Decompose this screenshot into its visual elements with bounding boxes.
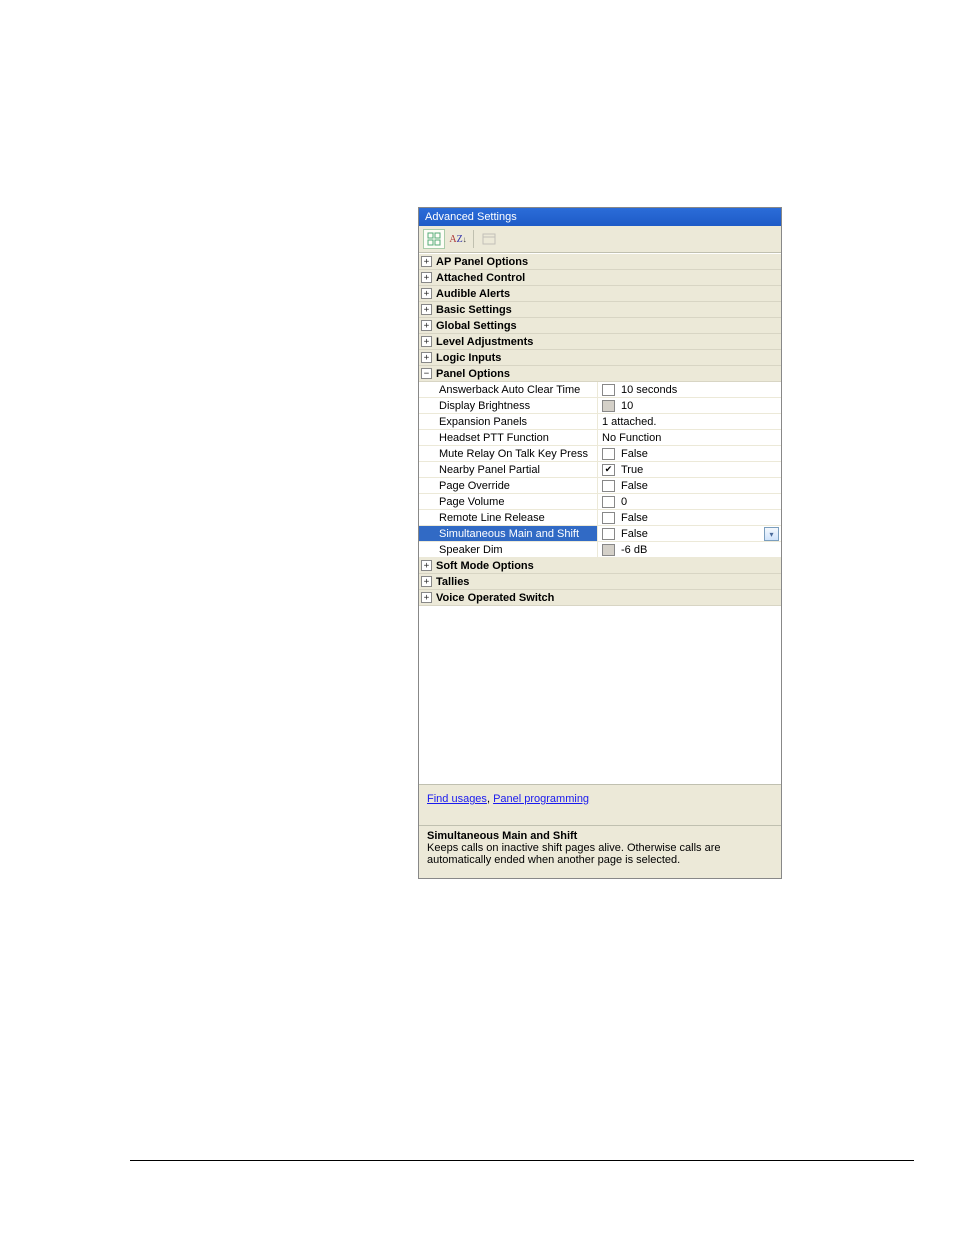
toolbar: AZ↓ [419, 226, 781, 253]
category-audible-alerts[interactable]: +Audible Alerts [419, 286, 781, 302]
collapse-icon[interactable]: − [421, 368, 432, 379]
advanced-settings-window: Advanced Settings AZ↓ +AP Panel Options … [418, 207, 782, 879]
value-box-icon [602, 384, 615, 396]
dropdown-arrow-icon[interactable]: ▾ [764, 527, 779, 541]
value-box-icon [602, 496, 615, 508]
prop-headset-ptt[interactable]: Headset PTT Function No Function [419, 430, 781, 446]
expand-icon[interactable]: + [421, 336, 432, 347]
category-attached-control[interactable]: +Attached Control [419, 270, 781, 286]
prop-page-volume[interactable]: Page Volume 0 [419, 494, 781, 510]
prop-nearby-panel-partial[interactable]: Nearby Panel Partial ✔True [419, 462, 781, 478]
description-title: Simultaneous Main and Shift [427, 830, 773, 842]
prop-mute-relay[interactable]: Mute Relay On Talk Key Press False [419, 446, 781, 462]
expand-icon[interactable]: + [421, 304, 432, 315]
categorized-view-button[interactable] [423, 229, 445, 249]
expand-icon[interactable]: + [421, 560, 432, 571]
prop-expansion-panels[interactable]: Expansion Panels 1 attached. [419, 414, 781, 430]
prop-answerback-auto-clear[interactable]: Answerback Auto Clear Time 10 seconds [419, 382, 781, 398]
checkbox-off-icon [602, 512, 615, 524]
category-logic-inputs[interactable]: +Logic Inputs [419, 350, 781, 366]
description-body: Keeps calls on inactive shift pages aliv… [427, 842, 773, 866]
category-ap-panel-options[interactable]: +AP Panel Options [419, 254, 781, 270]
expand-icon[interactable]: + [421, 256, 432, 267]
category-level-adjustments[interactable]: +Level Adjustments [419, 334, 781, 350]
grid-empty-area [419, 606, 781, 784]
alphabetical-view-button[interactable]: AZ↓ [447, 229, 469, 249]
expand-icon[interactable]: + [421, 288, 432, 299]
prop-remote-line-release[interactable]: Remote Line Release False [419, 510, 781, 526]
panel-programming-link[interactable]: Panel programming [493, 793, 589, 805]
prop-simultaneous-main-shift[interactable]: Simultaneous Main and Shift False▾ [419, 526, 781, 542]
category-tallies[interactable]: +Tallies [419, 574, 781, 590]
checkbox-on-icon: ✔ [602, 464, 615, 476]
prop-speaker-dim[interactable]: Speaker Dim -6 dB [419, 542, 781, 558]
category-panel-options[interactable]: −Panel Options [419, 366, 781, 382]
expand-icon[interactable]: + [421, 592, 432, 603]
expand-icon[interactable]: + [421, 320, 432, 331]
window-title: Advanced Settings [419, 208, 781, 226]
category-voice-operated-switch[interactable]: +Voice Operated Switch [419, 590, 781, 606]
checkbox-off-icon [602, 480, 615, 492]
prop-display-brightness[interactable]: Display Brightness 10 [419, 398, 781, 414]
expand-icon[interactable]: + [421, 272, 432, 283]
checkbox-off-icon [602, 448, 615, 460]
prop-page-override[interactable]: Page Override False [419, 478, 781, 494]
description-panel: Simultaneous Main and Shift Keeps calls … [419, 825, 781, 878]
page-footer-rule [130, 1160, 914, 1161]
property-pages-button[interactable] [478, 229, 500, 249]
checkbox-off-icon [602, 528, 615, 540]
category-soft-mode-options[interactable]: +Soft Mode Options [419, 558, 781, 574]
expand-icon[interactable]: + [421, 576, 432, 587]
links-panel: Find usages, Panel programming [419, 784, 781, 825]
category-basic-settings[interactable]: +Basic Settings [419, 302, 781, 318]
property-grid: +AP Panel Options +Attached Control +Aud… [419, 253, 781, 784]
expand-icon[interactable]: + [421, 352, 432, 363]
toolbar-separator [473, 230, 474, 248]
value-box-icon [602, 400, 615, 412]
category-global-settings[interactable]: +Global Settings [419, 318, 781, 334]
value-box-icon [602, 544, 615, 556]
find-usages-link[interactable]: Find usages [427, 793, 487, 805]
